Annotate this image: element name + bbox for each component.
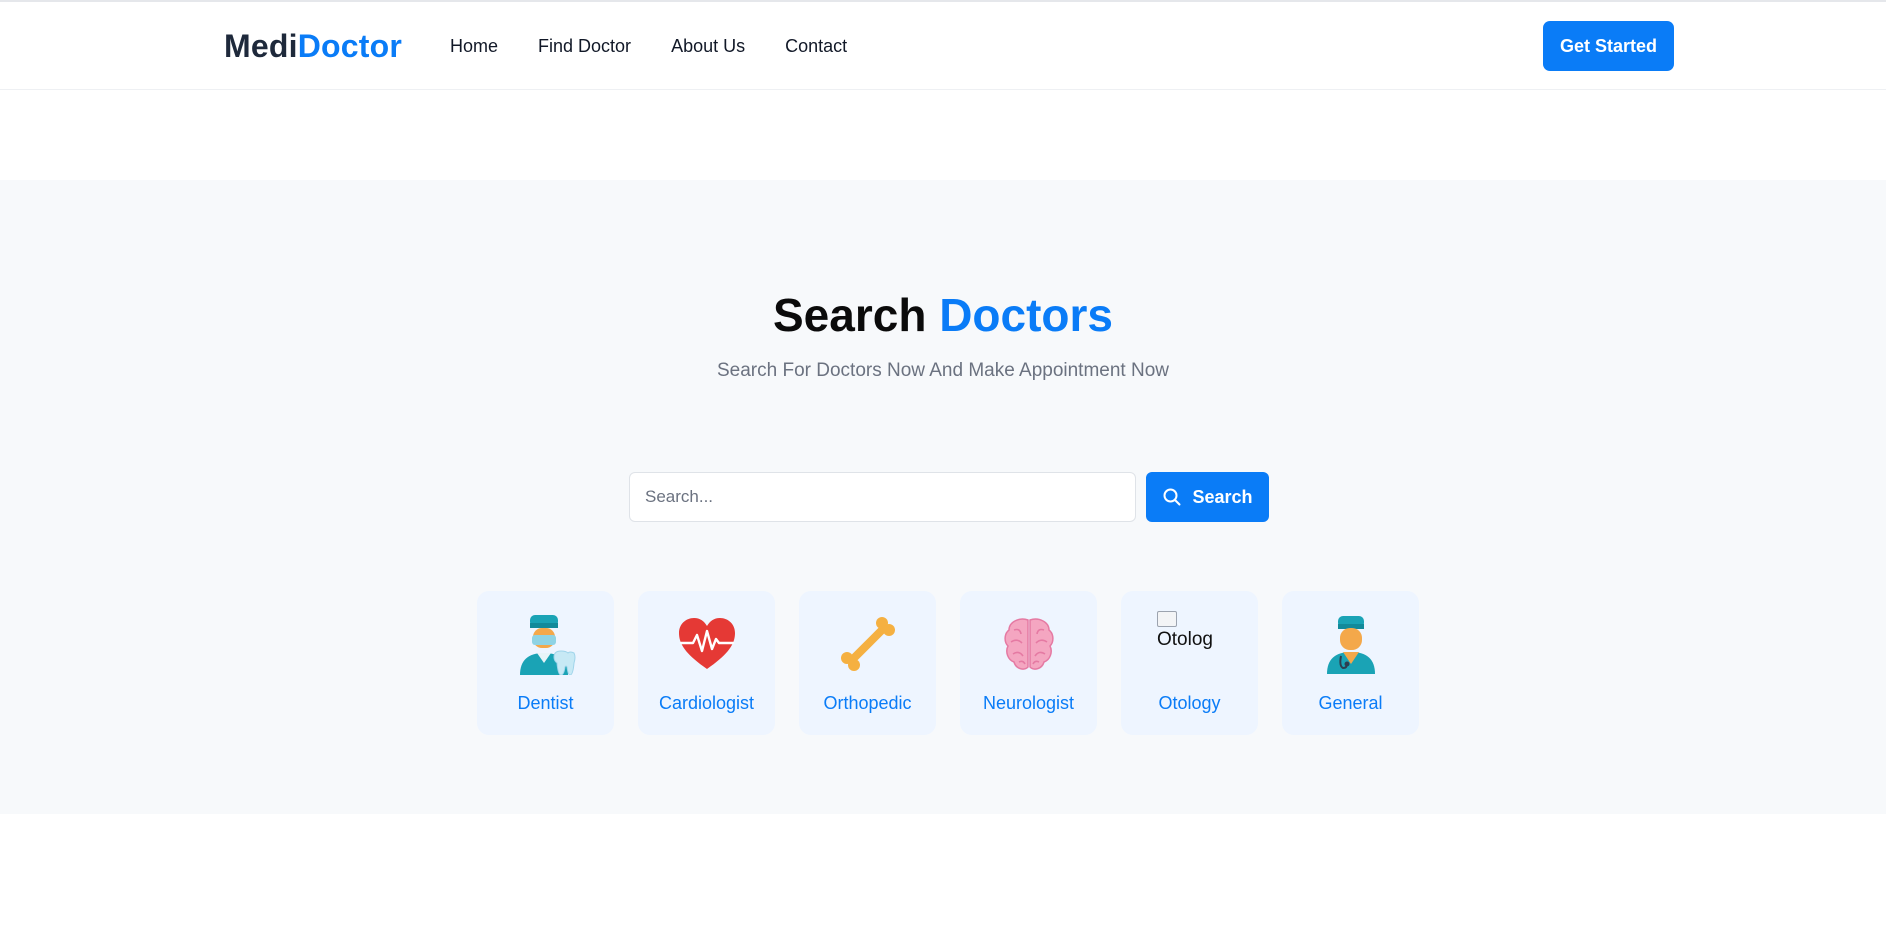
specialty-card-otology[interactable]: Otolog Otology — [1121, 591, 1258, 735]
section-subtitle: Search For Doctors Now And Make Appointm… — [717, 360, 1169, 381]
specialty-label: Otology — [1158, 693, 1221, 713]
specialty-label: Cardiologist — [658, 693, 755, 713]
title-part-2: Doctors — [939, 289, 1114, 341]
specialty-list: Dentist Cardiologist Orthopedic Neurolog… — [477, 591, 1419, 735]
specialty-card-general[interactable]: General — [1282, 591, 1419, 735]
specialty-card-orthopedic[interactable]: Orthopedic — [799, 591, 936, 735]
brain-icon — [998, 613, 1060, 675]
search-button[interactable]: Search — [1146, 472, 1269, 522]
specialty-label: General — [1318, 693, 1383, 713]
search-input[interactable] — [629, 472, 1136, 522]
broken-image-icon: Otolog — [1157, 611, 1227, 661]
heart-pulse-icon — [676, 613, 738, 675]
specialty-label: Neurologist — [982, 693, 1075, 713]
nav-contact[interactable]: Contact — [785, 36, 847, 57]
title-part-1: Search — [772, 289, 927, 341]
specialty-card-neurologist[interactable]: Neurologist — [960, 591, 1097, 735]
bone-icon — [837, 613, 899, 675]
dentist-icon — [515, 613, 577, 675]
brand-logo[interactable]: MediDoctor — [224, 28, 402, 65]
broken-image-glyph — [1157, 611, 1177, 627]
nav-home[interactable]: Home — [450, 36, 498, 57]
nav-find-doctor[interactable]: Find Doctor — [538, 36, 631, 57]
specialty-card-cardiologist[interactable]: Cardiologist — [638, 591, 775, 735]
navbar: MediDoctor Home Find Doctor About Us Con… — [0, 2, 1886, 90]
brand-part-1: Medi — [224, 28, 298, 64]
main-nav: Home Find Doctor About Us Contact — [450, 36, 847, 57]
specialty-label: Orthopedic — [823, 693, 912, 713]
get-started-button[interactable]: Get Started — [1543, 21, 1674, 71]
search-button-label: Search — [1192, 486, 1253, 507]
brand-part-2: Doctor — [297, 28, 403, 64]
search-doctors-section: Search Doctors Search For Doctors Now An… — [0, 180, 1886, 814]
specialty-card-dentist[interactable]: Dentist — [477, 591, 614, 735]
doctor-icon — [1320, 613, 1382, 675]
specialty-label: Dentist — [517, 693, 574, 713]
section-title: Search Doctors — [0, 288, 1886, 342]
search-icon — [1162, 487, 1182, 507]
nav-about-us[interactable]: About Us — [671, 36, 745, 57]
image-alt-text: Otolog — [1157, 629, 1213, 650]
